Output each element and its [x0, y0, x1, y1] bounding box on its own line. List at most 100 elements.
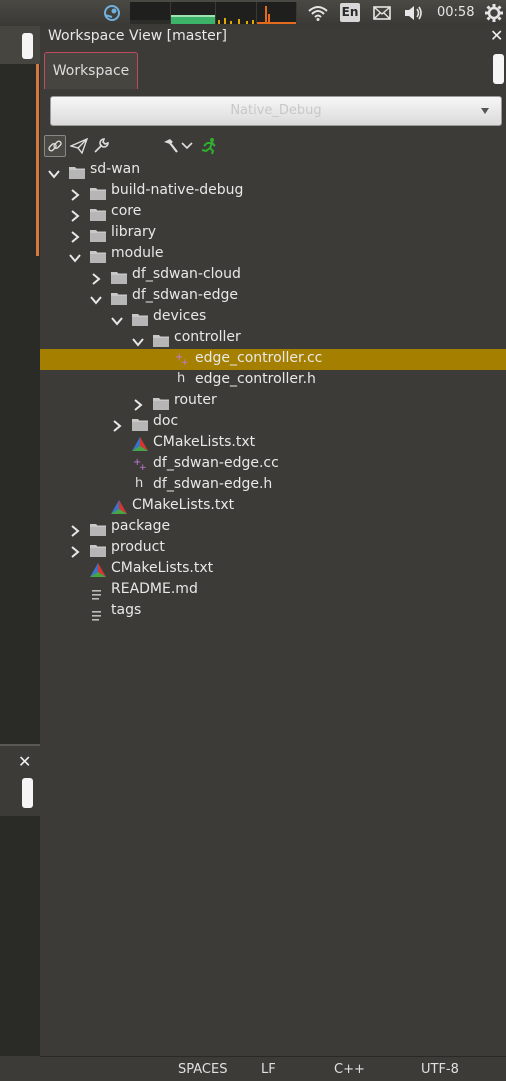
tree-file-row[interactable]: + + edge_controller.cc — [40, 349, 506, 370]
language-mode[interactable]: C++ — [334, 1062, 365, 1077]
folder-icon — [90, 206, 106, 221]
run-button[interactable] — [198, 135, 220, 157]
chevron-right-icon[interactable] — [132, 396, 144, 411]
steam-tray-icon[interactable] — [100, 0, 124, 26]
cmake-file-icon — [90, 562, 106, 577]
clock[interactable]: 00:58 — [437, 0, 474, 26]
chevron-down-icon — [481, 108, 489, 114]
header-file-icon: h — [135, 476, 144, 491]
power-gear-icon[interactable] — [482, 0, 506, 26]
folder-icon — [90, 248, 106, 263]
cpp-file-icon: + + — [133, 455, 147, 474]
tree-folder-row[interactable]: df_sdwan-cloud — [40, 265, 506, 286]
tree-file-row[interactable]: CMakeLists.txt — [40, 433, 506, 454]
folder-icon — [153, 332, 169, 347]
text-file-icon — [92, 606, 102, 621]
tree-item-label: module — [111, 245, 164, 261]
tree-file-row[interactable]: h df_sdwan-edge.h — [40, 475, 506, 496]
left-scroll-handle[interactable] — [22, 33, 33, 59]
tree-folder-row[interactable]: sd-wan — [40, 160, 506, 181]
link-editor-button[interactable] — [44, 135, 66, 157]
memory-graph — [171, 2, 216, 24]
folder-icon — [111, 290, 127, 305]
bottom-scroll-handle[interactable] — [22, 778, 33, 808]
tree-item-label: README.md — [111, 581, 198, 597]
tree-folder-row[interactable]: controller — [40, 328, 506, 349]
tree-item-label: build-native-debug — [111, 182, 244, 198]
tree-file-row[interactable]: + + df_sdwan-edge.cc — [40, 454, 506, 475]
folder-icon — [111, 269, 127, 284]
close-icon[interactable]: ✕ — [18, 752, 31, 771]
left-dock-column: ✕ — [0, 26, 40, 1056]
chevron-right-icon[interactable] — [69, 543, 81, 558]
chevron-right-icon[interactable] — [111, 417, 123, 432]
chevron-down-icon[interactable] — [90, 291, 102, 305]
tree-file-row[interactable]: README.md — [40, 580, 506, 601]
indent-mode[interactable]: SPACES — [178, 1062, 227, 1077]
panel-title: Workspace View [master] — [48, 28, 227, 44]
mail-icon[interactable] — [370, 0, 394, 26]
build-button[interactable] — [162, 135, 180, 157]
tree-folder-row[interactable]: doc — [40, 412, 506, 433]
chevron-down-icon[interactable] — [48, 165, 60, 179]
wrench-icon — [94, 138, 109, 153]
tree-item-label: controller — [174, 329, 241, 345]
wifi-icon[interactable] — [306, 0, 330, 26]
tree-item-label: CMakeLists.txt — [153, 434, 256, 450]
svg-text:+: + — [139, 463, 147, 471]
keyboard-layout-indicator[interactable]: En — [340, 3, 360, 22]
cpp-file-icon: + + — [175, 350, 189, 369]
tab-workspace[interactable]: Workspace — [44, 52, 138, 89]
chevron-down-icon[interactable] — [69, 249, 81, 263]
tree-file-row[interactable]: CMakeLists.txt — [40, 496, 506, 517]
settings-button[interactable] — [90, 135, 112, 157]
folder-icon — [90, 227, 106, 242]
tree-item-label: doc — [153, 413, 179, 429]
right-scroll-handle[interactable] — [493, 54, 504, 84]
disk-graph — [257, 2, 297, 24]
system-load-monitor[interactable] — [130, 2, 297, 24]
goto-active-file-button[interactable] — [68, 135, 90, 157]
status-bar: SPACES LF C++ UTF-8 — [40, 1056, 506, 1081]
volume-icon[interactable] — [402, 0, 426, 26]
tree-folder-row[interactable]: core — [40, 202, 506, 223]
chevron-down-icon[interactable] — [132, 333, 144, 347]
folder-icon — [90, 185, 106, 200]
tree-item-label: sd-wan — [90, 161, 141, 177]
left-dock-tab[interactable] — [0, 26, 40, 64]
tree-folder-row[interactable]: build-native-debug — [40, 181, 506, 202]
close-icon[interactable]: ✕ — [490, 26, 503, 45]
folder-icon — [90, 521, 106, 536]
tree-item-label: product — [111, 539, 165, 555]
build-menu-button[interactable] — [180, 135, 194, 157]
svg-text:+: + — [181, 358, 189, 366]
tree-folder-row[interactable]: devices — [40, 307, 506, 328]
tree-item-label: tags — [111, 602, 142, 618]
tree-file-row[interactable]: h edge_controller.h — [40, 370, 506, 391]
folder-icon — [153, 395, 169, 410]
tree-folder-row[interactable]: router — [40, 391, 506, 412]
link-icon — [48, 140, 62, 152]
tree-file-row[interactable]: tags — [40, 601, 506, 622]
chevron-right-icon[interactable] — [69, 522, 81, 537]
chevron-right-icon[interactable] — [69, 228, 81, 243]
line-ending[interactable]: LF — [261, 1062, 276, 1077]
tree-folder-row[interactable]: product — [40, 538, 506, 559]
chevron-right-icon[interactable] — [69, 186, 81, 201]
chevron-right-icon[interactable] — [90, 270, 102, 285]
chevron-right-icon[interactable] — [69, 207, 81, 222]
file-encoding[interactable]: UTF-8 — [421, 1062, 459, 1077]
tree-folder-row[interactable]: library — [40, 223, 506, 244]
tree-folder-row[interactable]: module — [40, 244, 506, 265]
workspace-view-panel: Workspace View [master] ✕ Workspace Nati… — [40, 26, 506, 1056]
cmake-file-icon — [111, 499, 127, 514]
tree-item-label: edge_controller.cc — [195, 350, 323, 366]
build-config-select[interactable]: Native_Debug — [50, 96, 502, 126]
tree-item-label: package — [111, 518, 171, 534]
tree-folder-row[interactable]: df_sdwan-edge — [40, 286, 506, 307]
header-file-icon: h — [177, 371, 186, 386]
chevron-down-icon[interactable] — [111, 312, 123, 326]
tree-item-label: library — [111, 224, 157, 240]
tree-folder-row[interactable]: package — [40, 517, 506, 538]
tree-file-row[interactable]: CMakeLists.txt — [40, 559, 506, 580]
